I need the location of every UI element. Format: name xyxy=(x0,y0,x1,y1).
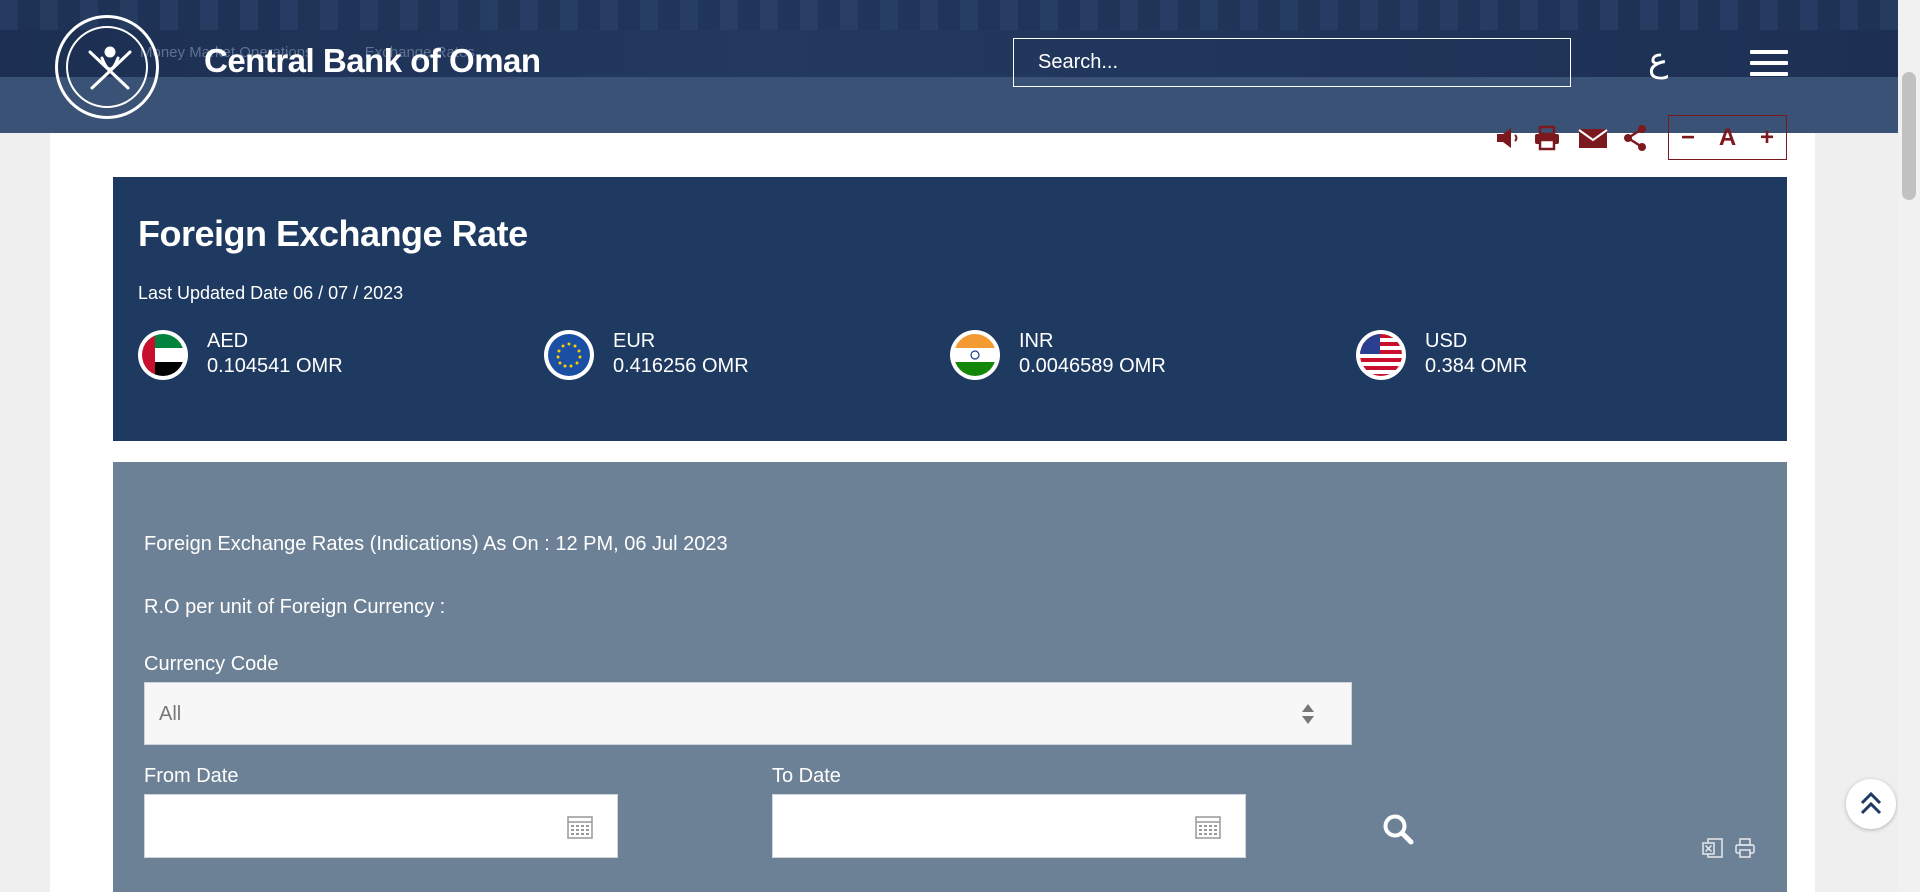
calendar-icon[interactable] xyxy=(1195,815,1221,839)
currency-selected-value: All xyxy=(159,703,182,725)
eu-flag-icon xyxy=(544,330,594,380)
uae-flag-icon xyxy=(138,330,188,380)
rate-value: 0.384 OMR xyxy=(1425,355,1528,377)
scroll-to-top-button[interactable] xyxy=(1846,779,1896,829)
khanjar-emblem-icon xyxy=(88,46,132,90)
india-flag-icon xyxy=(950,330,1000,380)
double-chevron-up-icon xyxy=(1860,791,1882,815)
unit-note: R.O per unit of Foreign Currency : xyxy=(144,596,446,618)
excel-export-icon[interactable] xyxy=(1702,837,1724,859)
rate-value: 0.416256 OMR xyxy=(613,355,749,377)
print-icon[interactable] xyxy=(1533,124,1563,154)
search-icon[interactable] xyxy=(1382,813,1414,845)
to-date-input[interactable] xyxy=(772,794,1246,858)
currency-code-select[interactable]: All xyxy=(144,682,1352,745)
currency-code-label: Currency Code xyxy=(144,653,279,675)
site-title[interactable]: Central Bank of Oman xyxy=(204,42,541,80)
filter-panel: Foreign Exchange Rates (Indications) As … xyxy=(113,462,1787,892)
usa-flag-icon xyxy=(1356,330,1406,380)
from-date-label: From Date xyxy=(144,765,239,787)
rates-as-on: Foreign Exchange Rates (Indications) As … xyxy=(144,533,728,555)
header-banner-pattern xyxy=(0,0,1898,30)
rate-value: 0.104541 OMR xyxy=(207,355,343,377)
font-reset-button[interactable]: A xyxy=(1719,124,1736,152)
email-icon[interactable] xyxy=(1578,124,1608,154)
to-date-label: To Date xyxy=(772,765,841,787)
language-toggle[interactable]: ع xyxy=(1648,40,1668,80)
rate-code: USD xyxy=(1425,330,1468,352)
last-updated: Last Updated Date 06 / 07 / 2023 xyxy=(138,283,404,303)
font-decrease-button[interactable]: − xyxy=(1681,124,1695,152)
menu-icon[interactable] xyxy=(1750,50,1788,80)
rate-code: AED xyxy=(207,330,249,352)
rate-code: INR xyxy=(1019,330,1054,352)
fx-title: Foreign Exchange Rate xyxy=(138,213,528,254)
font-size-control: − A + xyxy=(1668,115,1787,160)
sort-arrows-icon xyxy=(1302,704,1314,724)
font-increase-button[interactable]: + xyxy=(1760,124,1774,152)
share-icon[interactable] xyxy=(1622,124,1652,154)
rate-code: EUR xyxy=(613,330,656,352)
scrollbar-thumb[interactable] xyxy=(1902,72,1916,200)
from-date-input[interactable] xyxy=(144,794,618,858)
speaker-icon[interactable] xyxy=(1494,124,1524,154)
bank-logo[interactable] xyxy=(55,15,159,119)
print-table-icon[interactable] xyxy=(1734,837,1756,859)
rate-value: 0.0046589 OMR xyxy=(1019,355,1166,377)
calendar-icon[interactable] xyxy=(567,815,593,839)
fx-rate-panel: Foreign Exchange Rate Last Updated Date … xyxy=(113,177,1787,441)
search-input[interactable] xyxy=(1013,38,1571,87)
